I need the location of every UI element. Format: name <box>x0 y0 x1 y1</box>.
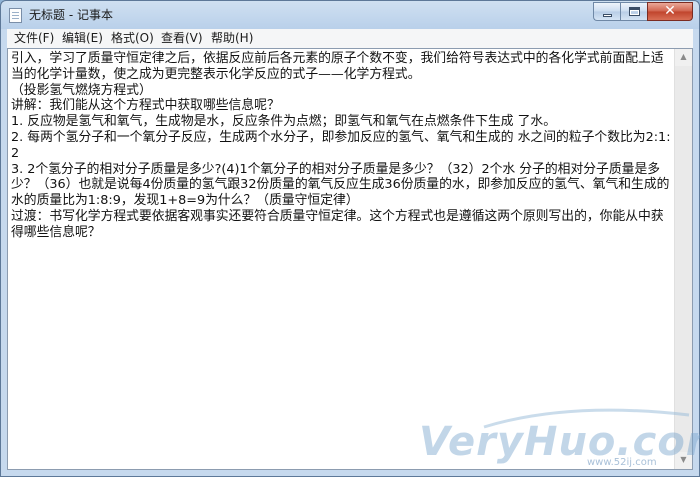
menu-file[interactable]: 文件(F) <box>14 30 54 47</box>
caption-buttons: ✕ <box>593 2 693 21</box>
arrow-up-icon: ▲ <box>680 52 687 61</box>
maximize-button[interactable] <box>620 2 647 21</box>
close-button[interactable]: ✕ <box>647 2 693 21</box>
arrow-down-icon: ▼ <box>680 455 687 464</box>
scroll-up-button[interactable]: ▲ <box>675 49 692 66</box>
close-icon: ✕ <box>664 3 676 19</box>
document-text[interactable]: 引入，学习了质量守恒定律之后，依据反应前后各元素的原子个数不变，我们给符号表达式… <box>11 51 675 241</box>
notepad-icon[interactable] <box>9 8 22 23</box>
menu-help[interactable]: 帮助(H) <box>211 30 253 47</box>
menu-bar: 文件(F) 编辑(E) 格式(O) 查看(V) 帮助(H) <box>7 29 693 49</box>
menu-edit[interactable]: 编辑(E) <box>62 30 103 47</box>
text-editor[interactable]: 引入，学习了质量守恒定律之后，依据反应前后各元素的原子个数不变，我们给符号表达式… <box>7 48 693 470</box>
menu-view[interactable]: 查看(V) <box>161 30 203 47</box>
menu-format[interactable]: 格式(O) <box>111 30 154 47</box>
window-title: 无标题 - 记事本 <box>29 8 113 22</box>
notepad-window: 无标题 - 记事本 ✕ 文件(F) 编辑(E) 格式(O) 查看(V) 帮助(H… <box>0 0 700 477</box>
scroll-down-button[interactable]: ▼ <box>675 452 692 469</box>
title-bar[interactable]: 无标题 - 记事本 ✕ <box>1 1 699 30</box>
minimize-button[interactable] <box>593 2 620 21</box>
vertical-scrollbar[interactable]: ▲ ▼ <box>674 49 692 469</box>
